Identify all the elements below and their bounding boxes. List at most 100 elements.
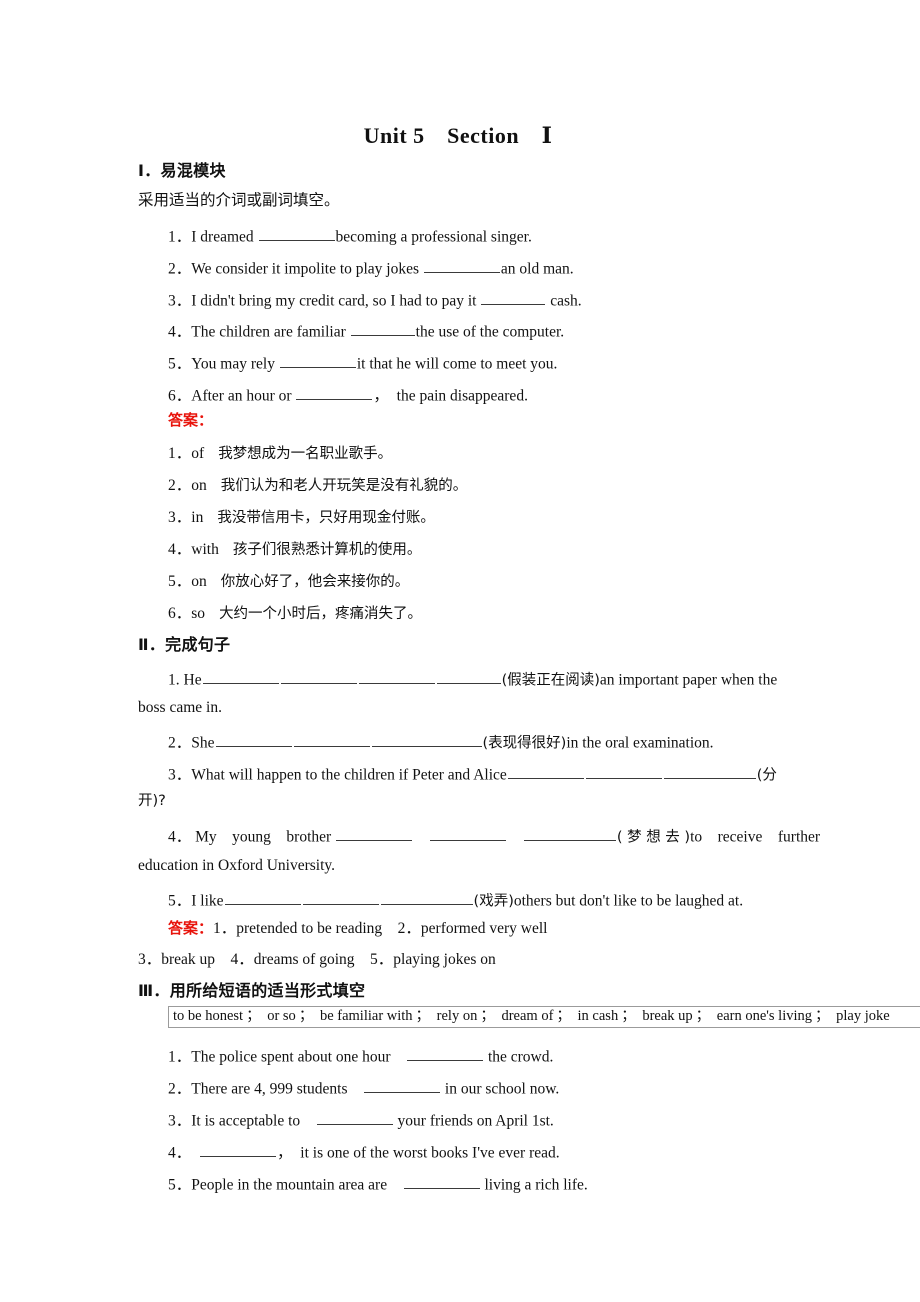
answer-blank[interactable] [481, 290, 546, 306]
answer-blank[interactable] [380, 890, 473, 906]
answer-blank[interactable] [523, 826, 616, 842]
question-text-post: others but don't like to be laughed at. [513, 892, 744, 910]
answer-blank[interactable] [436, 669, 501, 685]
answer-word: of [191, 445, 205, 462]
section-1-question-4: 4．The children are familiar the use of t… [168, 321, 564, 340]
section-3-question-5: 5．People in the mountain area are living… [168, 1174, 588, 1193]
section-2-answer-line-2: 3．break up 4．dreams of going 5．playing j… [138, 951, 496, 968]
page-title: Unit 5 Section Ⅰ [363, 123, 553, 148]
question-text-post: your friends on April 1st. [393, 1112, 554, 1130]
section-1-answer-1: 1．of 我梦想成为一名职业歌手。 [168, 446, 392, 462]
section-1-question-1: 1．I dreamed becoming a professional sing… [168, 226, 532, 245]
answer-blank[interactable] [364, 1078, 441, 1094]
phrase-item: dream of [501, 1008, 554, 1024]
section-1-question-5: 5．You may rely it that he will come to m… [168, 353, 557, 372]
answer-blank[interactable] [407, 1046, 484, 1062]
answer-blank[interactable] [316, 1110, 393, 1126]
section-2-question-4: 4． My young brother ( 梦 想 去 )to receive … [168, 826, 820, 845]
answer-blank[interactable] [371, 732, 482, 748]
section-1-question-6: 6．After an hour or ， the pain disappeare… [168, 385, 528, 404]
question-text-post: living a rich life. [480, 1176, 588, 1194]
phrase-item: rely on [436, 1008, 478, 1024]
question-hint: (表现得很好) [482, 735, 567, 752]
question-text-pre: He [183, 671, 202, 689]
answer-blank[interactable] [293, 732, 370, 748]
answer-translation: 我梦想成为一名职业歌手。 [218, 446, 393, 462]
question-text-post: in the oral examination. [566, 734, 714, 752]
answer-translation: 我们认为和老人开玩笑是没有礼貌的。 [220, 478, 468, 494]
phrase-item: break up [642, 1008, 693, 1024]
answer-blank[interactable] [663, 764, 756, 780]
answer-translation: 我没带信用卡，只好用现金付账。 [217, 510, 435, 526]
question-number: 4． [168, 323, 192, 341]
phrase-separator: ； [621, 1008, 636, 1024]
section-1-question-2: 2．We consider it impolite to play jokes … [168, 258, 574, 277]
question-text-post: ， it is one of the worst books I've ever… [277, 1144, 560, 1162]
answer-number: 3． [168, 509, 192, 526]
answer-blank[interactable] [423, 258, 500, 274]
question-text-pre: People in the mountain area are [191, 1176, 403, 1194]
answer-blank[interactable] [280, 669, 357, 685]
answer-blank[interactable] [200, 1142, 277, 1158]
answer-word: with [191, 541, 219, 558]
answer-blank[interactable] [585, 764, 662, 780]
question-text-post: an important paper when the [599, 671, 778, 689]
answer-blank[interactable] [350, 321, 415, 337]
section-2-question-5: 5．I like (戏弄)others but don't like to be … [168, 890, 743, 909]
phrase-separator: ； [695, 1008, 711, 1024]
question-text-post: it that he will come to meet you. [356, 355, 558, 373]
phrase-item: to be honest [173, 1008, 244, 1024]
answer-word: on [191, 477, 207, 494]
phrase-separator: ； [556, 1008, 571, 1024]
question-text-pre: I didn't bring my credit card, so I had … [191, 292, 481, 310]
question-text-pre: I dreamed [191, 228, 258, 246]
answer-blank[interactable] [302, 890, 379, 906]
question-number: 3． [168, 1112, 192, 1130]
section-1-answer-5: 5．on 你放心好了，他会来接你的。 [168, 574, 409, 590]
answer-number: 5． [168, 573, 192, 590]
answer-word: on [191, 573, 207, 590]
answer-blank[interactable] [507, 764, 584, 780]
question-hint: ( 梦 想 去 ) [616, 829, 691, 846]
section-1-heading: Ⅰ．易混模块 [138, 161, 226, 180]
answer-translation: 孩子们很熟悉计算机的使用。 [232, 542, 422, 558]
section-2-heading: Ⅱ．完成句子 [138, 635, 231, 654]
question-number: 5． [168, 355, 192, 373]
section-2-question-3-continued: 开)? [138, 793, 166, 809]
section-3-question-2: 2．There are 4, 999 students in our schoo… [168, 1078, 559, 1097]
section-2-question-3: 3．What will happen to the children if Pe… [168, 764, 777, 783]
section-3-question-3: 3．It is acceptable to your friends on Ap… [168, 1110, 554, 1129]
question-number: 1． [168, 228, 192, 246]
answer-blank[interactable] [202, 669, 279, 685]
question-text-post: to receive further [690, 828, 821, 846]
answer-blank[interactable] [336, 826, 413, 842]
answer-blank[interactable] [358, 669, 435, 685]
section-2-question-2: 2．She (表现得很好)in the oral examination. [168, 732, 714, 751]
question-text-pre [184, 1144, 200, 1161]
question-text-post: ， the pain disappeared. [373, 387, 528, 405]
section-2-answer-line-1: 答案：1．pretended to be reading 2．performed… [168, 921, 547, 937]
phrase-item: earn one's living [716, 1008, 813, 1024]
answer-number: 1． [168, 445, 192, 462]
answer-blank[interactable] [296, 385, 373, 401]
question-text-pre: You may rely [191, 355, 279, 373]
answer-blank[interactable] [279, 353, 356, 369]
section-3-question-1: 1．The police spent about one hour the cr… [168, 1046, 553, 1065]
answer-blank[interactable] [429, 826, 506, 842]
phrase-bank-box: to be honest； or so； be familiar with； r… [168, 1006, 920, 1029]
question-text-pre: The police spent about one hour [191, 1048, 407, 1066]
section-2-question-1-continued: boss came in. [138, 699, 222, 716]
answer-number: 6． [168, 605, 192, 622]
question-text-pre: My young brother [195, 828, 332, 846]
answer-blank[interactable] [215, 732, 292, 748]
answer-blank[interactable] [224, 890, 301, 906]
question-text-pre: After an hour or [191, 387, 296, 405]
question-hint: (分 [756, 767, 777, 784]
question-text-post: cash. [546, 292, 582, 310]
question-text-pre: She [191, 734, 215, 752]
question-text-post: an old man. [500, 260, 574, 278]
question-text-pre: What will happen to the children if Pete… [191, 766, 507, 784]
answer-blank[interactable] [403, 1174, 480, 1190]
phrase-separator: ； [415, 1008, 431, 1024]
answer-blank[interactable] [258, 226, 335, 242]
